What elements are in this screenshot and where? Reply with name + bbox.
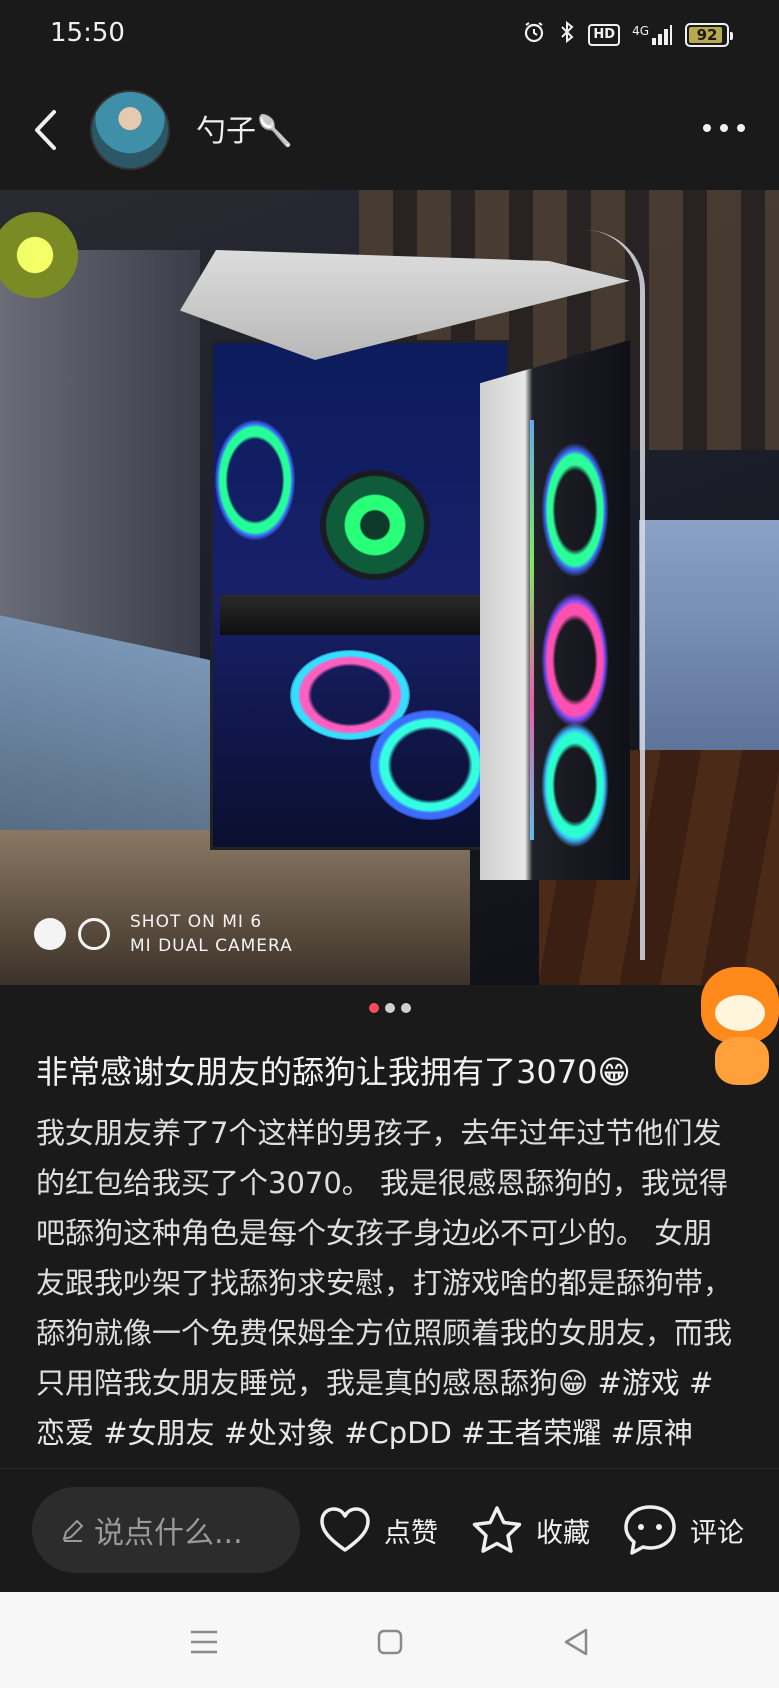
network-type: 4G bbox=[632, 23, 649, 38]
favorite-label: 收藏 bbox=[536, 1517, 590, 1549]
more-icon bbox=[703, 124, 745, 132]
pc-fan bbox=[370, 710, 490, 820]
pager-dot bbox=[384, 1003, 395, 1013]
battery-level: 92 bbox=[696, 25, 718, 44]
home-button[interactable] bbox=[370, 1622, 410, 1662]
favorite-button[interactable]: 收藏 bbox=[470, 1495, 590, 1565]
comment-placeholder: 说点什么... bbox=[94, 1516, 243, 1551]
pc-fan bbox=[215, 420, 295, 540]
post-content: 非常感谢女朋友的舔狗让我拥有了3070😁 我女朋友养了7个这样的男孩子，去年过年… bbox=[36, 1048, 736, 1468]
menu-icon bbox=[191, 1630, 217, 1654]
battery-icon: 92 bbox=[685, 22, 733, 47]
pc-cpu-fan bbox=[320, 470, 430, 580]
username[interactable]: 勺子🥄 bbox=[196, 106, 293, 150]
comment-input[interactable]: 说点什么... bbox=[32, 1487, 300, 1573]
avatar[interactable] bbox=[90, 90, 170, 170]
tiger-face bbox=[715, 995, 765, 1031]
pencil-icon bbox=[62, 1519, 84, 1542]
comment-bubble-icon bbox=[624, 1505, 676, 1555]
system-nav-bar bbox=[0, 1592, 779, 1688]
heart-icon bbox=[320, 1507, 370, 1552]
like-button[interactable]: 点赞 bbox=[318, 1495, 438, 1565]
comment-button[interactable]: 评论 bbox=[622, 1495, 744, 1565]
bluetooth-icon bbox=[558, 20, 576, 49]
home-square-icon bbox=[377, 1629, 403, 1655]
photo-monitor-box bbox=[639, 520, 779, 780]
photo-pager bbox=[0, 1003, 779, 1013]
pc-gpu bbox=[220, 595, 500, 635]
system-back-button[interactable] bbox=[556, 1622, 596, 1662]
watermark-dot-icon bbox=[34, 918, 66, 950]
status-icons: HD 4G 92 bbox=[522, 20, 733, 49]
back-arrow-icon bbox=[35, 110, 56, 150]
back-button[interactable] bbox=[22, 102, 68, 158]
camera-watermark: SHOT ON MI 6 MI DUAL CAMERA bbox=[34, 910, 293, 958]
post-title: 非常感谢女朋友的舔狗让我拥有了3070😁 bbox=[36, 1053, 631, 1091]
action-bar: 说点什么... 点赞 收藏 评论 bbox=[0, 1468, 779, 1592]
pager-dot bbox=[368, 1003, 379, 1013]
status-time: 15:50 bbox=[50, 18, 125, 48]
watermark-line2: MI DUAL CAMERA bbox=[130, 936, 293, 956]
post-header: 勺子🥄 bbox=[0, 72, 779, 190]
status-bar: 15:50 HD 4G 92 bbox=[0, 0, 779, 72]
watermark-line1: SHOT ON MI 6 bbox=[130, 912, 263, 932]
post-body-text: 我女朋友养了7个这样的男孩子，去年过年过节他们发的红包给我买了个3070。 我是… bbox=[36, 1116, 733, 1400]
star-icon bbox=[472, 1506, 522, 1553]
watermark-ring-icon bbox=[78, 918, 110, 950]
back-triangle-icon bbox=[564, 1628, 588, 1656]
post-photo[interactable]: SHOT ON MI 6 MI DUAL CAMERA bbox=[0, 190, 779, 985]
more-button[interactable] bbox=[699, 108, 749, 148]
signal-icon: 4G bbox=[632, 24, 673, 46]
recents-button[interactable] bbox=[184, 1622, 224, 1662]
hd-icon: HD bbox=[588, 23, 621, 46]
comment-label: 评论 bbox=[690, 1517, 744, 1549]
pager-dot bbox=[400, 1003, 411, 1013]
photo-cable bbox=[535, 230, 645, 960]
alarm-icon bbox=[522, 20, 546, 49]
watermark-text: SHOT ON MI 6 MI DUAL CAMERA bbox=[130, 910, 293, 958]
like-label: 点赞 bbox=[384, 1517, 438, 1549]
post-body: 我女朋友养了7个这样的男孩子，去年过年过节他们发的红包给我买了个3070。 我是… bbox=[36, 1108, 736, 1458]
pc-led-strip bbox=[530, 420, 534, 840]
